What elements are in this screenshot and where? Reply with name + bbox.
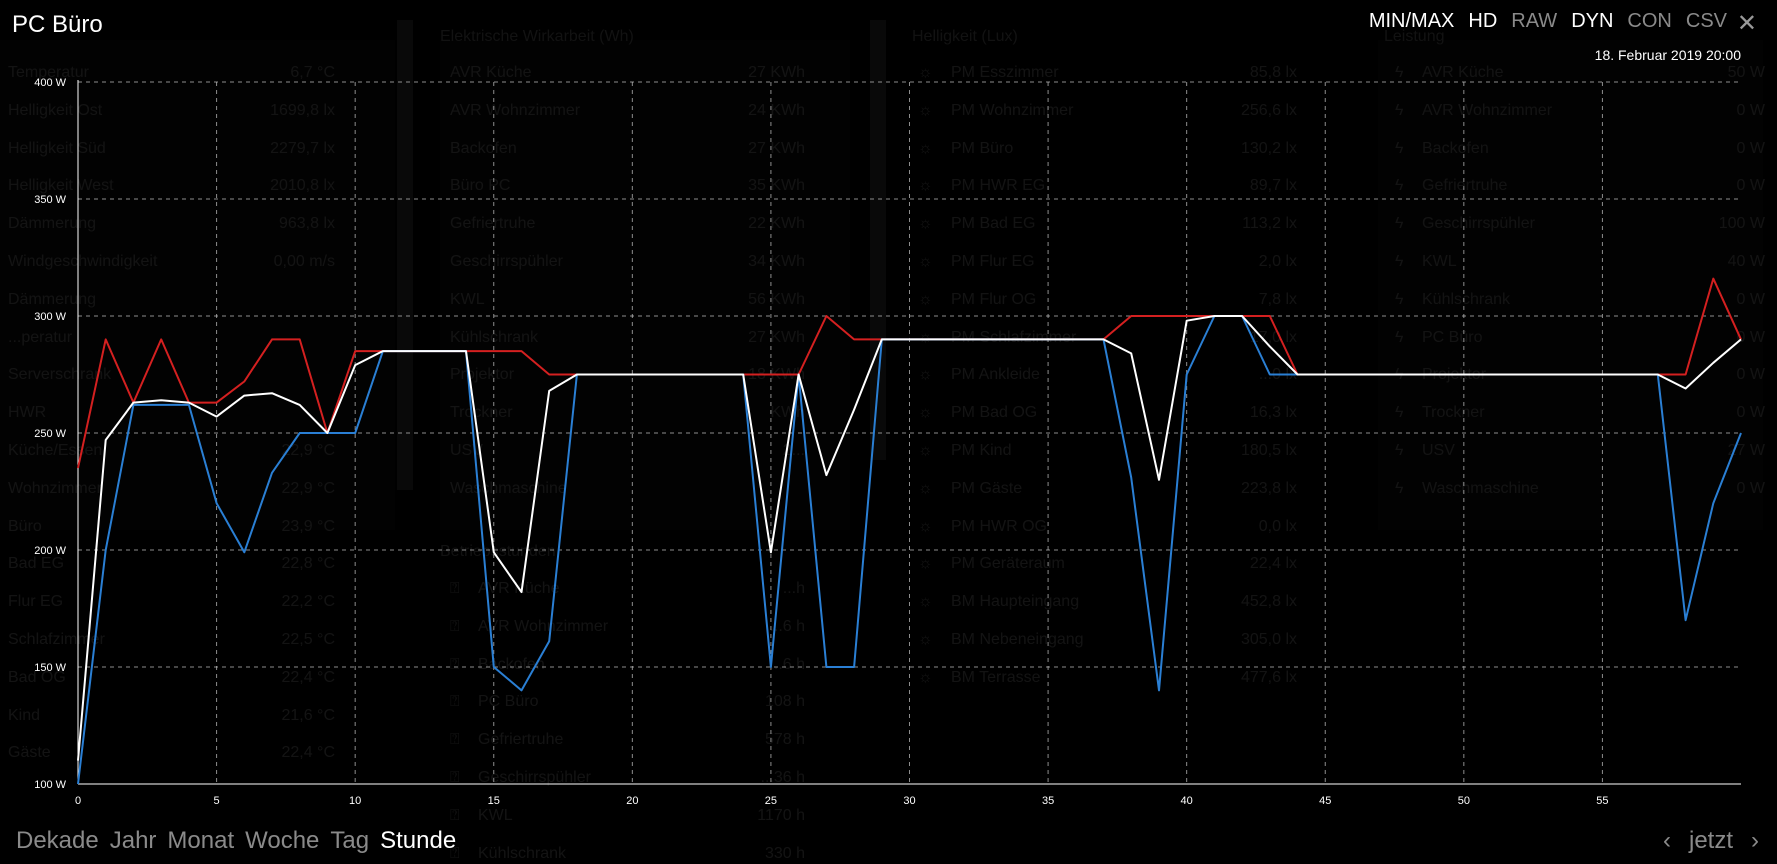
x-tick-label: 30 [903, 795, 915, 807]
now-button[interactable]: jetzt [1689, 827, 1733, 855]
range-stunde[interactable]: Stunde [380, 827, 456, 855]
line-chart: 100 W 150 W 200 W 250 W 300 W 350 W 400 W 0 5 10… [34, 77, 1742, 807]
x-tick-label: 5 [214, 795, 220, 807]
time-range-selector: Dekade Jahr Monat Woche Tag Stunde [16, 827, 456, 855]
x-tick-label: 45 [1319, 795, 1331, 807]
x-tick-label: 35 [1042, 795, 1054, 807]
x-tick-label: 50 [1458, 795, 1470, 807]
time-navigation: ‹ jetzt › [1663, 827, 1759, 855]
range-woche[interactable]: Woche [245, 827, 319, 855]
x-tick-label: 25 [765, 795, 777, 807]
range-monat[interactable]: Monat [167, 827, 234, 855]
range-jahr[interactable]: Jahr [110, 827, 157, 855]
x-tick-label: 15 [488, 795, 500, 807]
y-tick-label: 100 W [34, 779, 66, 791]
y-tick-labels: 100 W 150 W 200 W 250 W 300 W 350 W 400 W [34, 77, 66, 791]
y-tick-label: 350 W [34, 194, 66, 206]
x-tick-label: 10 [349, 795, 361, 807]
x-tick-label: 55 [1596, 795, 1608, 807]
range-dekade[interactable]: Dekade [16, 827, 99, 855]
y-tick-label: 400 W [34, 77, 66, 89]
x-tick-labels: 0 5 10 15 20 25 30 35 40 45 50 55 [75, 795, 1609, 807]
range-tag[interactable]: Tag [330, 827, 369, 855]
y-tick-label: 250 W [34, 428, 66, 440]
x-tick-label: 40 [1181, 795, 1193, 807]
chevron-right-icon[interactable]: › [1751, 827, 1759, 855]
y-tick-label: 300 W [34, 311, 66, 323]
y-tick-label: 150 W [34, 662, 66, 674]
chevron-left-icon[interactable]: ‹ [1663, 827, 1671, 855]
y-tick-label: 200 W [34, 545, 66, 557]
x-tick-label: 20 [626, 795, 638, 807]
x-tick-label: 0 [75, 795, 81, 807]
